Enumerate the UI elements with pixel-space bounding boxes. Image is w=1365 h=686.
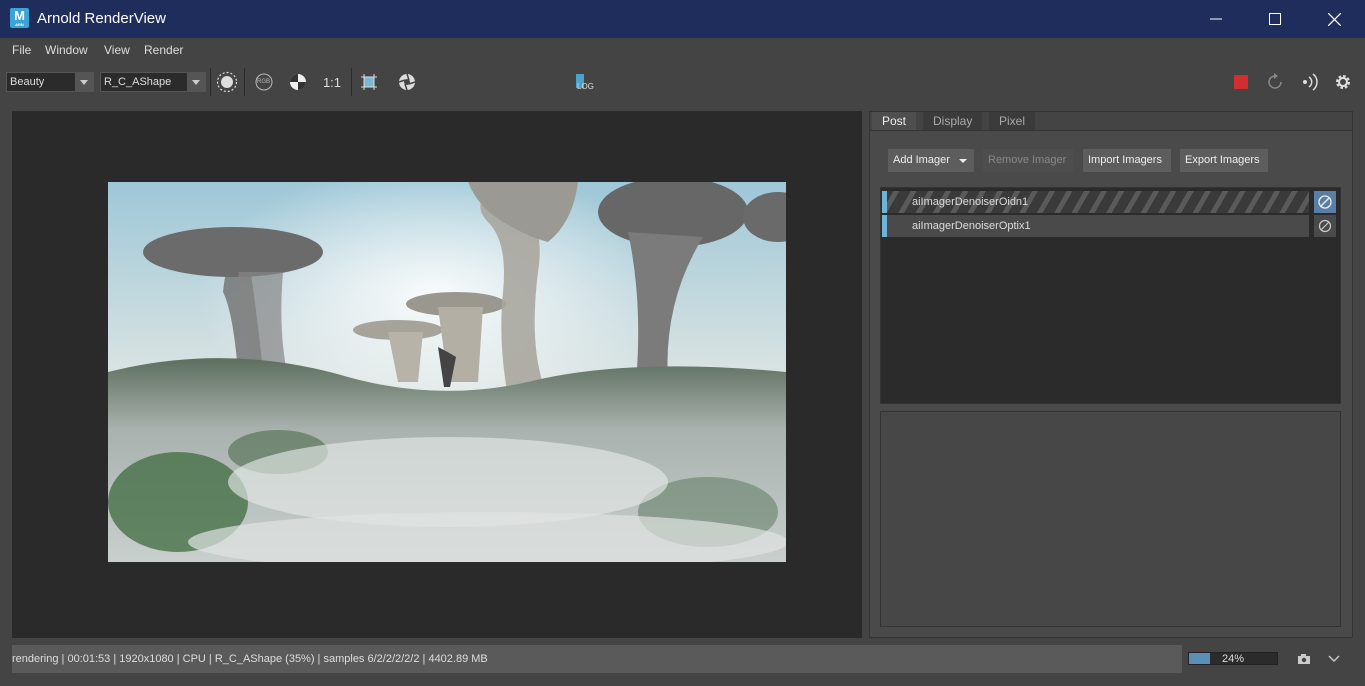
camera-select-value: R_C_AShape (104, 76, 172, 88)
disable-imager-button[interactable] (1314, 215, 1336, 237)
settings-button[interactable] (1332, 71, 1354, 93)
render-image (108, 182, 786, 562)
imager-name: aiImagerDenoiserOidn1 (912, 196, 1029, 208)
toolbar-divider (210, 68, 211, 96)
crop-region-button[interactable] (216, 71, 238, 93)
gear-icon (1336, 75, 1350, 89)
aov-select[interactable]: Beauty (6, 72, 94, 92)
broadcast-icon (1303, 73, 1318, 91)
close-icon (1327, 12, 1341, 26)
progress-label: 24% (1221, 653, 1245, 665)
maximize-button[interactable] (1246, 0, 1304, 38)
disable-icon (1318, 219, 1332, 233)
minimize-icon (1210, 18, 1222, 20)
checker-background-button[interactable] (287, 71, 309, 93)
imager-name: aiImagerDenoiserOptix1 (912, 220, 1031, 232)
rgb-label: RGB (257, 79, 271, 85)
chevron-down-icon (75, 73, 93, 91)
log-button[interactable]: LOG (573, 71, 595, 93)
menu-file[interactable]: File (12, 43, 31, 57)
menu-render[interactable]: Render (144, 43, 183, 57)
frame-icon (361, 74, 377, 90)
disable-icon (1318, 195, 1332, 209)
refresh-render-button[interactable] (1264, 71, 1286, 93)
tab-display[interactable]: Display (923, 112, 983, 130)
disable-imager-button[interactable] (1314, 191, 1336, 213)
refresh-icon (1268, 73, 1282, 89)
render-progress-bar: 24% (1188, 652, 1278, 665)
status-bar: rendering | 00:01:53 | 1920x1080 | CPU |… (12, 645, 1182, 673)
close-button[interactable] (1305, 0, 1363, 38)
import-imagers-button[interactable]: Import Imagers (1083, 149, 1171, 172)
frame-all-button[interactable] (358, 71, 380, 93)
minimize-button[interactable] (1187, 0, 1245, 38)
imager-attributes-panel (880, 411, 1341, 627)
toolbar: Beauty R_C_AShape RGB 1:1 0 LOG (0, 62, 1365, 151)
menu-bar: File Window View Render (0, 38, 1365, 62)
toolbar-divider (351, 68, 352, 96)
window-title: Arnold RenderView (37, 10, 166, 27)
exposure-button[interactable] (396, 71, 418, 93)
maya-app-icon: M ARN (10, 8, 29, 28)
aperture-icon (398, 73, 416, 91)
stop-icon (1234, 75, 1248, 89)
stop-render-button[interactable] (1230, 71, 1252, 93)
ipr-button[interactable] (1298, 71, 1320, 93)
rgb-channel-button[interactable]: RGB (253, 71, 275, 93)
aov-select-value: Beauty (10, 76, 45, 88)
toolbar-divider (244, 68, 245, 96)
log-label: LOG (577, 82, 594, 91)
export-imagers-button[interactable]: Export Imagers (1180, 149, 1268, 172)
dropdown-arrow-icon (959, 159, 967, 163)
camera-select[interactable]: R_C_AShape (100, 72, 206, 92)
rendered-landscape-image (108, 182, 786, 562)
imager-color-stripe (882, 191, 887, 213)
chevron-down-icon (1328, 655, 1340, 662)
add-imager-label: Add Imager (893, 154, 950, 166)
snapshot-button[interactable] (1293, 648, 1315, 670)
maximize-icon (1269, 13, 1281, 25)
menu-window[interactable]: Window (45, 43, 88, 57)
checker-icon (290, 74, 306, 90)
imager-row[interactable]: aiImagerDenoiserOidn1 (882, 191, 1309, 213)
zoom-1-1-button[interactable]: 1:1 (321, 71, 343, 93)
tab-post[interactable]: Post (872, 112, 917, 130)
title-bar: M ARN Arnold RenderView (0, 0, 1365, 38)
camera-icon (1298, 654, 1310, 664)
menu-view[interactable]: View (104, 43, 130, 57)
imager-color-stripe (882, 215, 887, 237)
imager-row[interactable]: aiImagerDenoiserOptix1 (882, 215, 1309, 237)
tab-pixel[interactable]: Pixel (989, 112, 1036, 130)
add-imager-button[interactable]: Add Imager (888, 149, 974, 172)
region-circle-icon (216, 71, 238, 93)
expand-status-button[interactable] (1323, 648, 1345, 670)
chevron-down-icon (187, 73, 205, 91)
remove-imager-button[interactable]: Remove Imager (983, 149, 1073, 172)
